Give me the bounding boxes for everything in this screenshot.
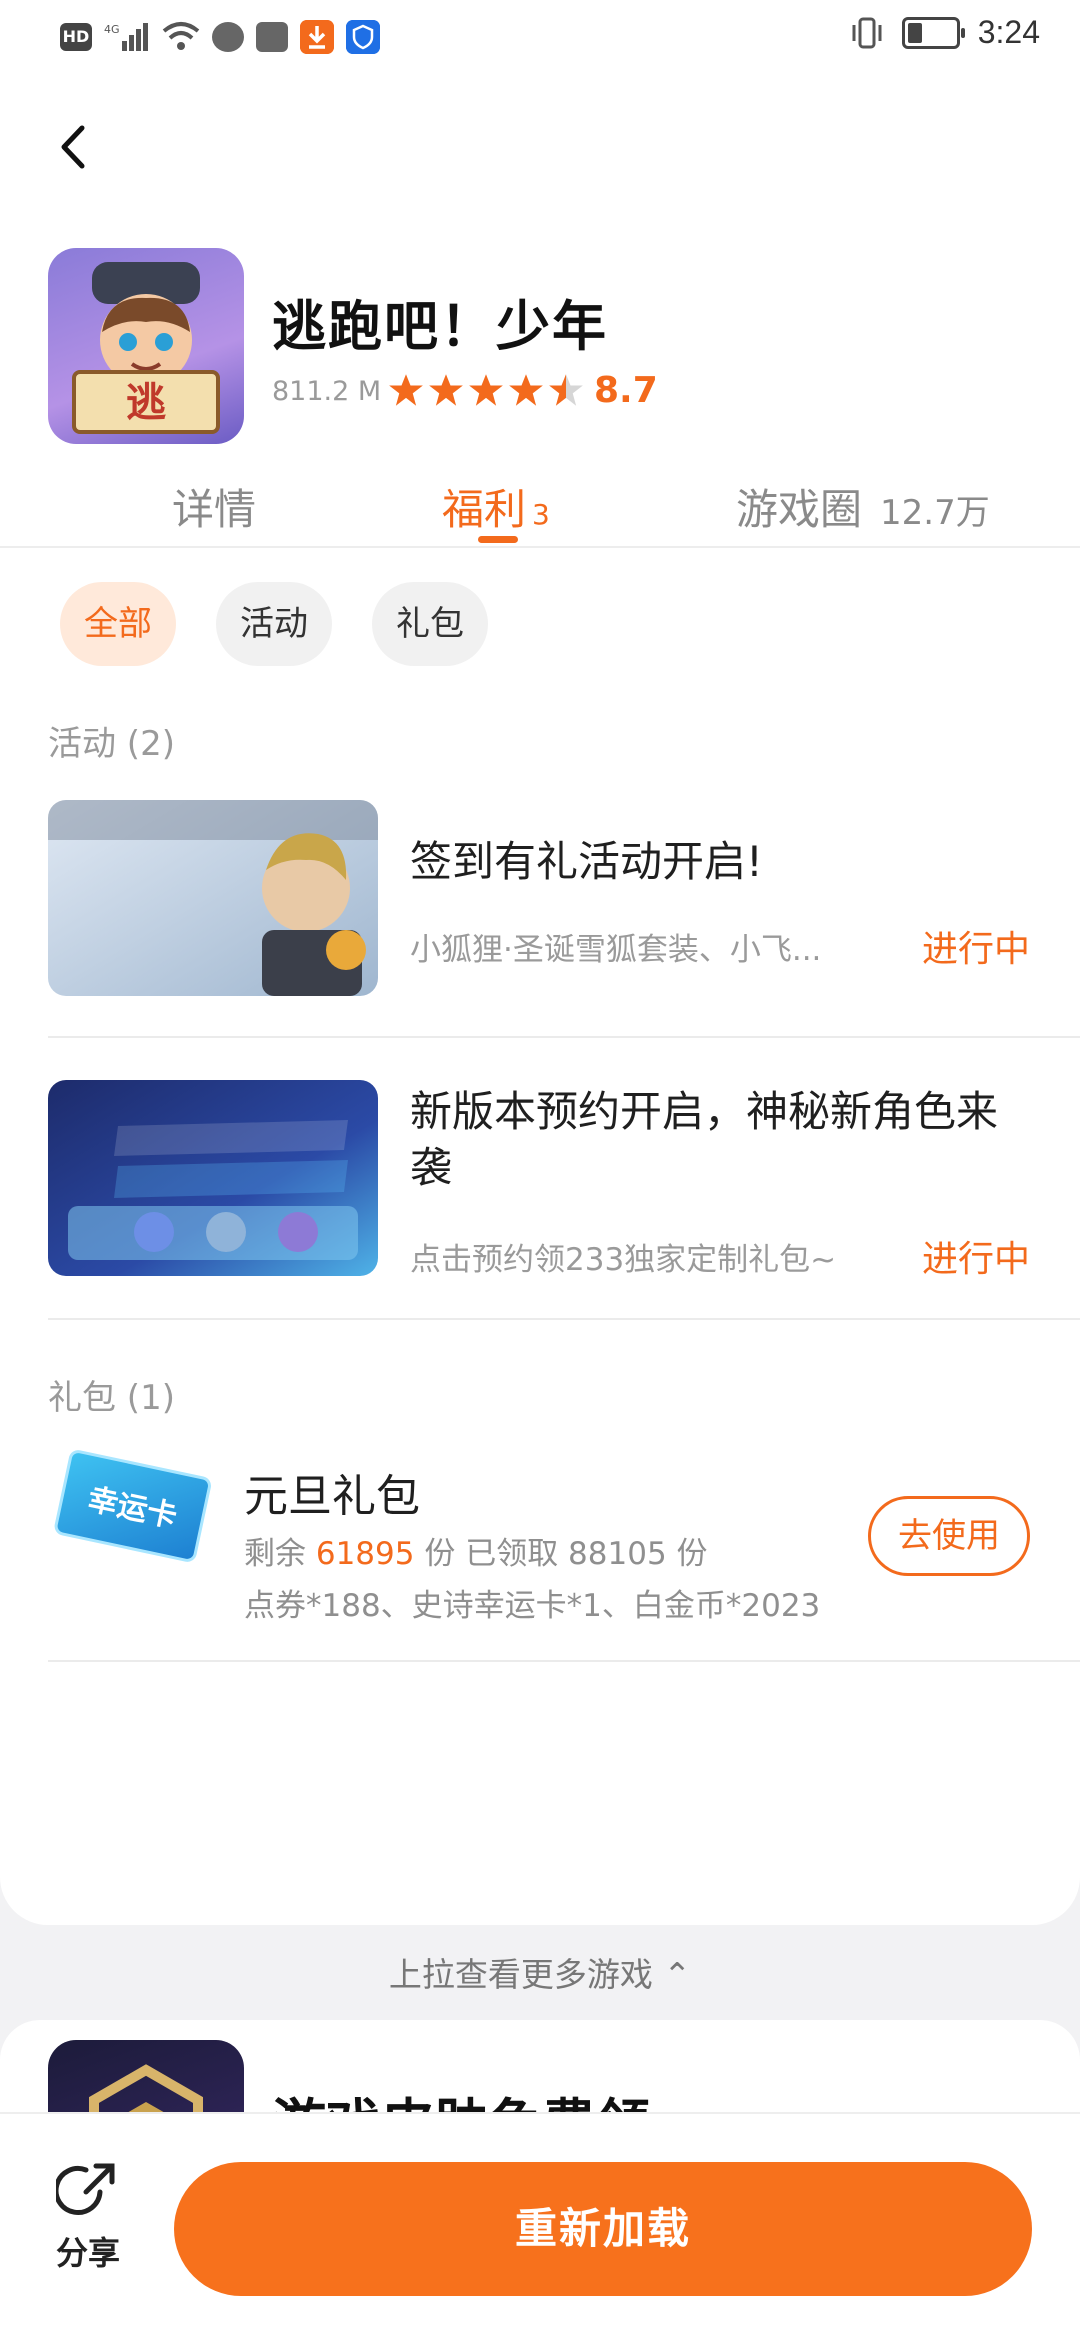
share-button[interactable]: 分享 [48,2158,128,2274]
activity-thumbnail[interactable] [48,800,378,996]
pull-more-hint[interactable]: 上拉查看更多游戏 ⌃ [0,1948,1080,1996]
star-icon [509,374,543,406]
activity-title[interactable]: 签到有礼活动开启! [410,834,1030,890]
game-size: 811.2 M [272,376,382,407]
back-arrow-icon[interactable] [40,112,110,182]
tab-game-circle-count: 12.7万 [880,493,990,533]
battery-icon [901,16,965,49]
vibrate-icon [852,17,882,48]
activity-subtitle: 小狐狸·圣诞雪狐套装、小飞... [410,932,822,968]
gift-title: 元旦礼包 [244,1471,420,1522]
tab-bar: 详情 福利 3 游戏圈 12.7万 [0,464,1080,548]
gift-stats: 剩余 61895 份 已领取 88105 份 [244,1528,708,1573]
gift-remain-count: 61895 [315,1536,415,1572]
divider [48,1036,1080,1038]
tab-game-circle-label: 游戏圈 [736,485,863,534]
hd-icon: HD [60,23,92,51]
use-gift-button[interactable]: 去使用 [868,1496,1030,1576]
huawei-icon [256,22,288,52]
divider [48,1660,1080,1662]
rating-score: 8.7 [594,370,658,411]
shield-icon [346,20,380,54]
tab-welfare-count: 3 [532,498,550,531]
tab-welfare-label: 福利 [442,485,527,534]
star-icon [389,374,423,406]
lucky-card-thumbnail: 幸运卡 [48,1440,218,1570]
share-label: 分享 [55,2234,120,2272]
message-icon [212,22,244,52]
filter-chip-activity[interactable]: 活动 [216,582,332,666]
activity-thumbnail[interactable] [48,1080,378,1276]
tab-details[interactable]: 详情 [172,476,256,537]
bottom-bar: 分享 重新加载 [0,2112,1080,2340]
filter-chip-gift[interactable]: 礼包 [372,582,488,666]
game-title: 逃跑吧！少年 [272,295,608,358]
game-icon: 逃 [48,248,244,444]
filter-chip-all[interactable]: 全部 [60,582,176,666]
svg-text:4G: 4G [104,23,120,36]
activity-status: 进行中 [921,1239,1030,1280]
star-icon [549,374,583,406]
activity-subtitle: 点击预约领233独家定制礼包~ [410,1242,837,1278]
gift-section-label: 礼包 (1) [48,1378,175,1418]
battery-level [907,22,922,43]
clock: 3:24 [977,14,1040,50]
status-bar: HD 4G 3:24 [0,0,1080,80]
gift-claimed-text: 份 已领取 88105 份 [414,1536,708,1572]
share-icon [56,2163,115,2215]
wifi-icon [162,22,200,50]
tab-details-label: 详情 [172,485,257,534]
activity-title[interactable]: 新版本预约开启，神秘新角色来袭 [410,1084,1030,1196]
gift-contents: 点券*188、史诗幸运卡*1、白金币*2023 [244,1588,821,1624]
tab-game-circle[interactable]: 游戏圈 12.7万 [736,476,990,537]
tab-welfare[interactable]: 福利 3 [442,476,550,537]
reload-button[interactable]: 重新加载 [174,2162,1032,2296]
star-icon [429,374,463,406]
gift-remain-prefix: 剩余 [244,1536,316,1572]
activity-section-label: 活动 (2) [48,724,175,764]
star-icon [469,374,503,406]
divider [48,1318,1080,1320]
download-icon [300,20,334,54]
tab-active-indicator [478,536,518,543]
signal-icon: 4G [104,23,148,51]
rating-stars [388,372,584,408]
activity-status: 进行中 [921,929,1030,970]
svg-text:逃: 逃 [126,380,166,426]
